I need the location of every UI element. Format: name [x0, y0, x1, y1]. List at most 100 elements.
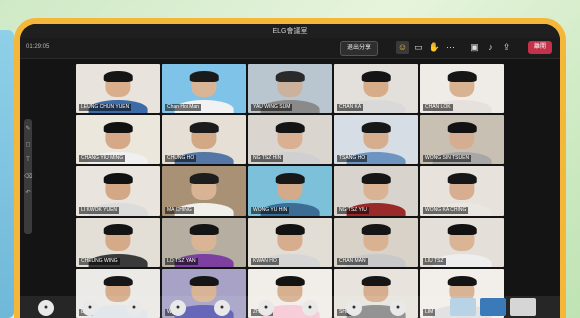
participant-tile[interactable]: LIU TSZ: [420, 217, 504, 267]
stop-share-button[interactable]: 退出分享: [340, 41, 379, 56]
pen-icon[interactable]: ✎: [24, 125, 32, 135]
participant-hair: [103, 224, 133, 236]
participant-name: LI KWOK YUEN: [79, 206, 120, 214]
text-icon[interactable]: T: [24, 157, 32, 167]
participant-grid: LEUNG CHUN YUEN Chan Hoi Man YAU WING SUM C…: [76, 64, 504, 318]
participant-hair: [361, 173, 391, 185]
participant-name: WONG YU HIN: [251, 206, 290, 214]
side-toolbar: ✎ ◻ T ⌫ ↶: [24, 119, 32, 234]
participant-name: LO TSZ YAN: [165, 257, 198, 265]
participant-tile[interactable]: TSANG HO: [334, 115, 418, 165]
share-icon[interactable]: ⇪: [500, 41, 513, 54]
participant-hair: [275, 224, 305, 236]
participant-tile[interactable]: LEUNG CHUN YUEN: [76, 64, 160, 114]
participant-tile[interactable]: KWAN HO: [248, 217, 332, 267]
participant-tile[interactable]: WONG YU HIN: [248, 166, 332, 216]
participant-name: KWAN HO: [251, 257, 279, 265]
shape-icon[interactable]: ◻: [24, 141, 32, 151]
dock-app-2-icon[interactable]: ●: [82, 300, 98, 316]
camera-icon[interactable]: ▣: [468, 41, 481, 54]
meeting-window: ELG會議室 01:29:05 退出分享 ☺ ▭ ✋ ⋯ ▣ ♪ ⇪ 離開 ✎ …: [20, 24, 560, 318]
device-frame: ELG會議室 01:29:05 退出分享 ☺ ▭ ✋ ⋯ ▣ ♪ ⇪ 離開 ✎ …: [14, 18, 566, 318]
leave-button[interactable]: 離開: [527, 41, 552, 54]
participant-tile[interactable]: CHANG YIU MING: [76, 115, 160, 165]
participant-hair: [447, 70, 477, 82]
participant-hair: [103, 122, 133, 133]
taskbar-dock: ● ● ● ● ● ● ● ● ●: [20, 296, 560, 318]
participant-hair: [275, 173, 305, 185]
more-icon[interactable]: ⋯: [444, 41, 457, 54]
participant-name: YAU WING SUM: [251, 104, 293, 112]
participant-tile[interactable]: LI KWOK YUEN: [76, 166, 160, 216]
participant-hair: [447, 275, 477, 287]
participant-tile[interactable]: LO TSZ YAN: [162, 217, 246, 267]
meeting-toolbar: 01:29:05 退出分享 ☺ ▭ ✋ ⋯ ▣ ♪ ⇪ 離開: [20, 38, 560, 59]
participant-hair: [447, 122, 477, 133]
window-thumbnail[interactable]: [510, 298, 536, 316]
participant-name: CHAN KA: [337, 104, 364, 112]
window-thumbnail[interactable]: [450, 298, 476, 316]
title-bar: ELG會議室: [20, 24, 560, 38]
dock-app-6-icon[interactable]: ●: [258, 300, 274, 316]
participant-tile[interactable]: WONG SIN TSUEN: [420, 115, 504, 165]
participant-hair: [361, 70, 391, 82]
participant-name: MA CHING: [165, 206, 194, 214]
participant-name: LEUNG CHUN YUEN: [79, 104, 132, 112]
dock-app-7-icon[interactable]: ●: [302, 300, 318, 316]
participant-name: TSANG HO: [337, 155, 368, 163]
participant-tile[interactable]: NG TSZ HIN: [248, 115, 332, 165]
participant-hair: [189, 275, 219, 287]
participant-hair: [275, 70, 305, 82]
participant-tile[interactable]: CHUNG HO: [162, 115, 246, 165]
participant-tile[interactable]: CHAN KA: [334, 64, 418, 114]
people-icon[interactable]: ☺: [396, 41, 409, 54]
meeting-timer: 01:29:05: [26, 44, 50, 50]
participant-hair: [361, 122, 391, 133]
participant-hair: [447, 173, 477, 185]
dock-app-4-icon[interactable]: ●: [170, 300, 186, 316]
window-thumbnail[interactable]: [480, 298, 506, 316]
participant-hair: [361, 275, 391, 287]
participant-tile[interactable]: WONG KA CHING: [420, 166, 504, 216]
participant-tile[interactable]: Chan Hoi Man: [162, 64, 246, 114]
participant-hair: [189, 224, 219, 236]
undo-icon[interactable]: ↶: [24, 189, 32, 199]
participant-tile[interactable]: MA CHING: [162, 166, 246, 216]
raise-hand-icon[interactable]: ✋: [428, 41, 441, 54]
participant-hair: [189, 122, 219, 133]
participant-tile[interactable]: CHAN LOK: [420, 64, 504, 114]
dock-app-9-icon[interactable]: ●: [390, 300, 406, 316]
participant-name: Chan Hoi Man: [165, 104, 201, 112]
participant-name: CHEUNG WING: [79, 257, 120, 265]
participant-hair: [103, 70, 133, 82]
participant-hair: [103, 275, 133, 287]
dock-app-3-icon[interactable]: ●: [126, 300, 142, 316]
dock-app-8-icon[interactable]: ●: [346, 300, 362, 316]
chat-icon[interactable]: ▭: [412, 41, 425, 54]
participant-hair: [275, 275, 305, 287]
participant-tile[interactable]: YAU WING SUM: [248, 64, 332, 114]
participant-hair: [189, 70, 219, 82]
mic-icon[interactable]: ♪: [484, 41, 497, 54]
participant-name: CHAN LOK: [423, 104, 453, 112]
dock-app-5-icon[interactable]: ●: [214, 300, 230, 316]
participant-hair: [103, 173, 133, 185]
participant-tile[interactable]: CHAN MAN: [334, 217, 418, 267]
participant-hair: [189, 173, 219, 185]
eraser-icon[interactable]: ⌫: [24, 173, 32, 183]
dock-app-1-icon[interactable]: ●: [38, 300, 54, 316]
decorative-left-strip: [0, 30, 14, 318]
window-title: ELG會議室: [272, 28, 308, 35]
participant-tile[interactable]: NG TSZ YIU: [334, 166, 418, 216]
participant-tile[interactable]: CHEUNG WING: [76, 217, 160, 267]
participant-name: WONG KA CHING: [423, 206, 469, 214]
participant-hair: [447, 224, 477, 236]
participant-name: NG TSZ YIU: [337, 206, 369, 214]
participant-name: CHANG YIU MING: [79, 155, 126, 163]
participant-hair: [275, 122, 305, 133]
participant-hair: [361, 224, 391, 236]
participant-name: LIU TSZ: [423, 257, 446, 265]
participant-name: NG TSZ HIN: [251, 155, 284, 163]
participant-name: CHUNG HO: [165, 155, 197, 163]
participant-name: CHAN MAN: [337, 257, 368, 265]
